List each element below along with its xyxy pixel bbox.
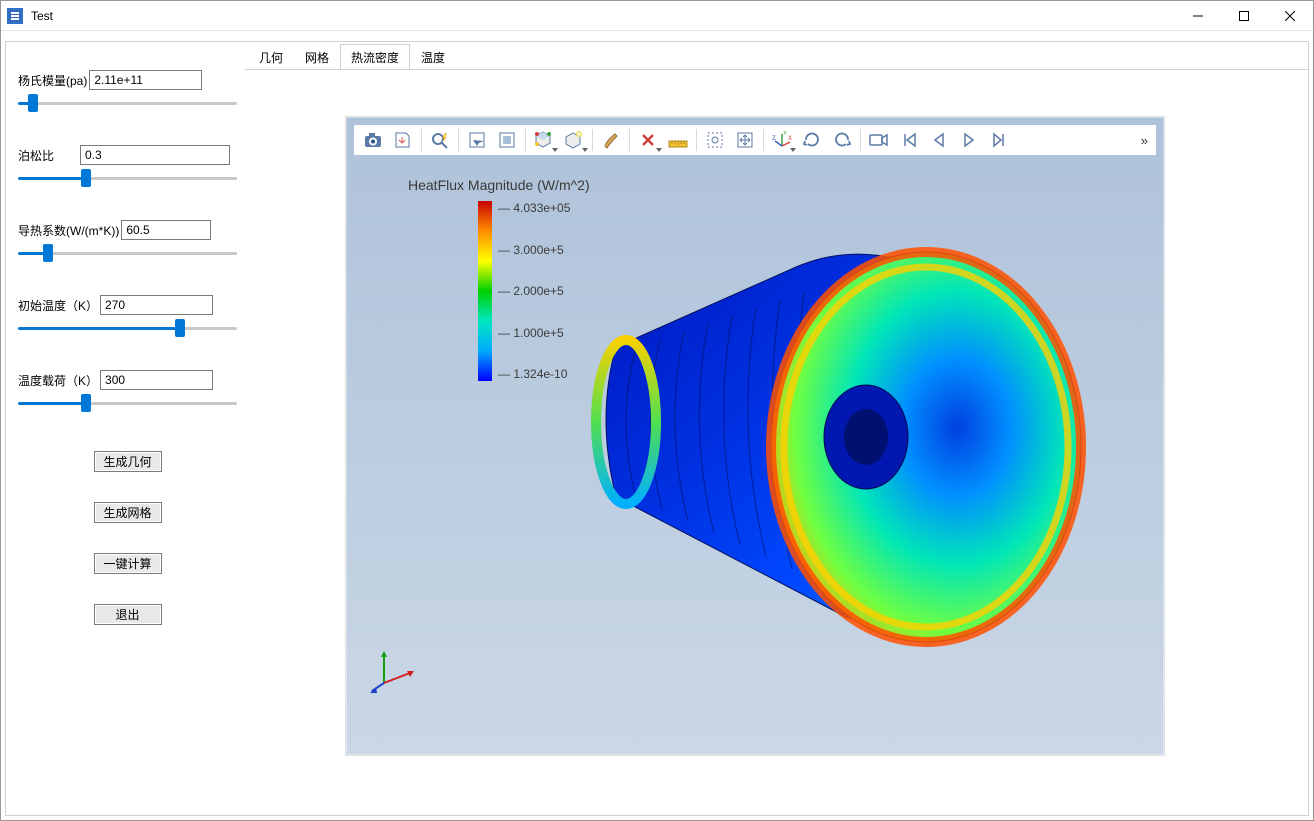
legend-title: HeatFlux Magnitude (W/m^2) bbox=[408, 177, 590, 193]
step-forward-icon[interactable] bbox=[984, 127, 1014, 153]
youngs-modulus-slider[interactable] bbox=[18, 94, 237, 112]
rotate-ccw-icon[interactable] bbox=[827, 127, 857, 153]
temp-load-label: 温度载荷（K） bbox=[18, 372, 98, 389]
app-icon bbox=[7, 8, 23, 24]
visualization-toolbar: YX Z » bbox=[354, 125, 1156, 155]
legend-tick: 4.033e+05 bbox=[498, 201, 570, 215]
brush-icon[interactable] bbox=[596, 127, 626, 153]
youngs-modulus-input[interactable] bbox=[89, 70, 202, 90]
model-3d-render bbox=[556, 237, 1096, 667]
frame-icon[interactable] bbox=[492, 127, 522, 153]
maximize-button[interactable] bbox=[1221, 1, 1267, 31]
select-box-icon[interactable] bbox=[462, 127, 492, 153]
youngs-modulus-label: 杨氏模量(pa) bbox=[18, 72, 87, 89]
camera-icon[interactable] bbox=[358, 127, 388, 153]
poisson-slider[interactable] bbox=[18, 169, 237, 187]
poisson-input[interactable] bbox=[80, 145, 230, 165]
temp-load-slider[interactable] bbox=[18, 394, 237, 412]
zoom-lightning-icon[interactable] bbox=[425, 127, 455, 153]
legend-colorbar bbox=[478, 201, 492, 381]
step-back-icon[interactable] bbox=[924, 127, 954, 153]
temp-load-input[interactable] bbox=[100, 370, 213, 390]
tab-heatflux[interactable]: 热流密度 bbox=[340, 44, 410, 70]
parameter-panel: 杨氏模量(pa) 泊松比 导热系数(W/(m*K)) bbox=[6, 42, 245, 815]
cube-light-icon[interactable] bbox=[559, 127, 589, 153]
exit-button[interactable]: 退出 bbox=[94, 604, 162, 625]
clear-x-icon[interactable] bbox=[633, 127, 663, 153]
compute-button[interactable]: 一键计算 bbox=[94, 553, 162, 574]
poisson-label: 泊松比 bbox=[18, 147, 78, 164]
toolbar-overflow-icon[interactable]: » bbox=[1141, 133, 1152, 148]
svg-text:X: X bbox=[788, 136, 792, 142]
color-legend: HeatFlux Magnitude (W/m^2) 4.033e+05 3.0… bbox=[408, 177, 590, 193]
app-window: Test 杨氏模量(pa) 泊松比 bbox=[0, 0, 1314, 821]
thermal-cond-label: 导热系数(W/(m*K)) bbox=[18, 222, 119, 239]
tab-mesh[interactable]: 网格 bbox=[294, 44, 340, 70]
right-panel: 几何 网格 热流密度 温度 bbox=[245, 42, 1308, 815]
export-icon[interactable] bbox=[388, 127, 418, 153]
fit-icon[interactable] bbox=[730, 127, 760, 153]
thermal-cond-slider[interactable] bbox=[18, 244, 237, 262]
main-frame: 杨氏模量(pa) 泊松比 导热系数(W/(m*K)) bbox=[5, 41, 1309, 816]
selection-dashed-icon[interactable] bbox=[700, 127, 730, 153]
svg-text:Y: Y bbox=[783, 131, 787, 137]
cube-colors-icon[interactable] bbox=[529, 127, 559, 153]
init-temp-slider[interactable] bbox=[18, 319, 237, 337]
minimize-button[interactable] bbox=[1175, 1, 1221, 31]
init-temp-label: 初始温度（K） bbox=[18, 297, 98, 314]
generate-geometry-button[interactable]: 生成几何 bbox=[94, 451, 162, 472]
play-icon[interactable] bbox=[954, 127, 984, 153]
generate-mesh-button[interactable]: 生成网格 bbox=[94, 502, 162, 523]
tab-content: YXZ » HeatFl bbox=[245, 69, 1308, 815]
ruler-icon[interactable] bbox=[663, 127, 693, 153]
camera-record-icon[interactable] bbox=[864, 127, 894, 153]
visualization-viewport[interactable]: YXZ » HeatFl bbox=[345, 116, 1165, 756]
tab-temperature[interactable]: 温度 bbox=[410, 44, 456, 70]
rotate-cw-icon[interactable] bbox=[797, 127, 827, 153]
window-title: Test bbox=[31, 9, 53, 23]
axes-icon[interactable]: YX Z bbox=[767, 127, 797, 153]
thermal-cond-input[interactable] bbox=[121, 220, 211, 240]
svg-text:Z: Z bbox=[772, 136, 776, 142]
tab-bar: 几何 网格 热流密度 温度 bbox=[245, 42, 1308, 70]
tab-geometry[interactable]: 几何 bbox=[248, 44, 294, 70]
titlebar: Test bbox=[1, 1, 1313, 31]
close-button[interactable] bbox=[1267, 1, 1313, 31]
axis-gizmo-icon bbox=[370, 647, 416, 693]
skip-start-icon[interactable] bbox=[894, 127, 924, 153]
init-temp-input[interactable] bbox=[100, 295, 213, 315]
